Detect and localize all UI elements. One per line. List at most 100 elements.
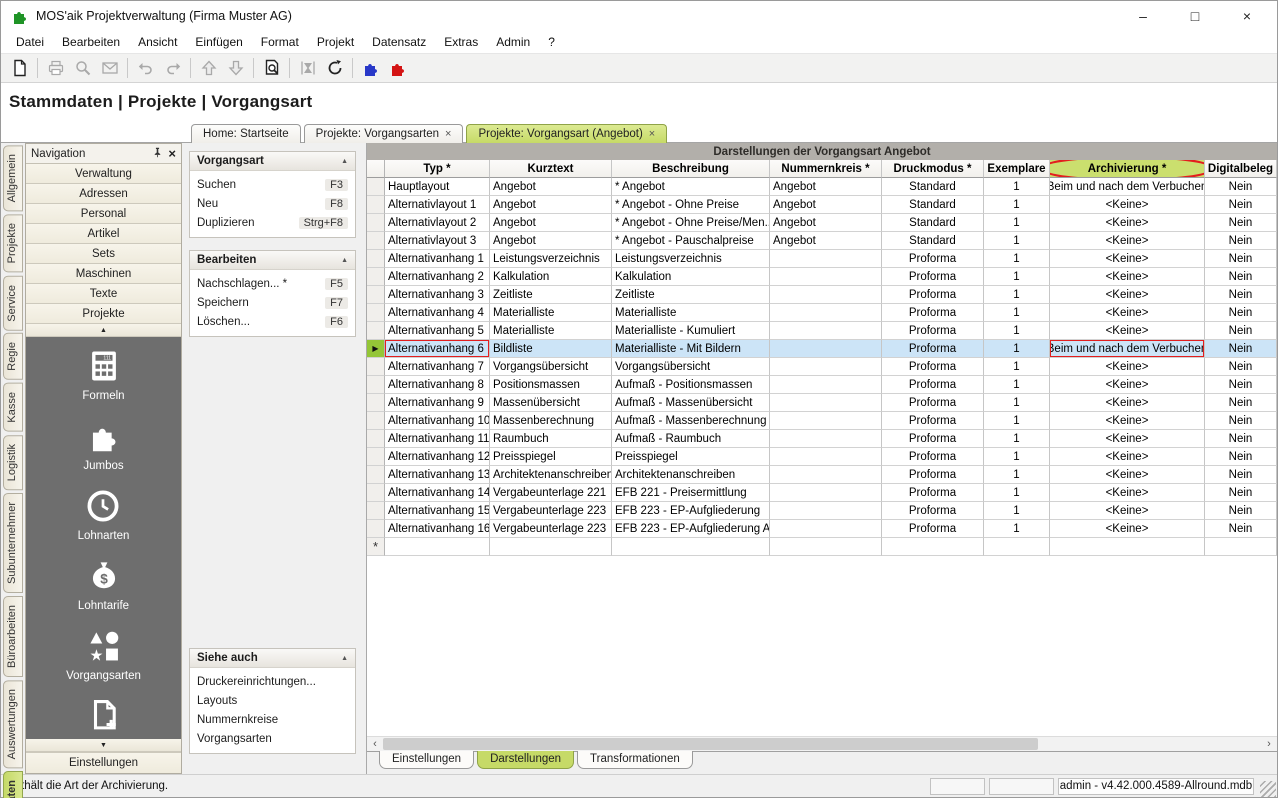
module-tab-projekte[interactable]: Projekte — [3, 214, 23, 272]
cell-typ[interactable]: Alternativanhang 9 — [385, 394, 490, 412]
cell-nummernkreis[interactable] — [770, 376, 882, 394]
sidebar-item-adressen[interactable]: Adressen — [26, 184, 181, 204]
cell-empty[interactable] — [1050, 538, 1205, 556]
cell-archivierung[interactable]: <Keine> — [1050, 376, 1205, 394]
cell-kurztext[interactable]: Zeitliste — [490, 286, 612, 304]
module-tab-service[interactable]: Service — [3, 276, 23, 331]
module-tab-kasse[interactable]: Kasse — [3, 383, 23, 432]
sidebar-item-projekte[interactable]: Projekte — [26, 304, 181, 324]
scroll-down-button[interactable]: ▼ — [26, 739, 181, 752]
cell-druckmodus[interactable]: Proforma — [882, 286, 984, 304]
sidebar-item-maschinen[interactable]: Maschinen — [26, 264, 181, 284]
cell-archivierung[interactable]: <Keine> — [1050, 358, 1205, 376]
cell-digitalbeleg[interactable]: Nein — [1205, 196, 1277, 214]
cell-digitalbeleg[interactable]: Nein — [1205, 250, 1277, 268]
cell-druckmodus[interactable]: Proforma — [882, 520, 984, 538]
row-selector[interactable] — [367, 448, 385, 466]
cell-typ[interactable]: Alternativlayout 1 — [385, 196, 490, 214]
table-row[interactable]: Alternativanhang 9MassenübersichtAufmaß … — [367, 394, 1277, 412]
row-selector[interactable] — [367, 232, 385, 250]
cell-beschreibung[interactable]: Preisspiegel — [612, 448, 770, 466]
row-selector[interactable] — [367, 394, 385, 412]
column-header-typ[interactable]: Typ * — [385, 160, 490, 178]
cell-archivierung[interactable]: <Keine> — [1050, 448, 1205, 466]
cell-exemplare[interactable]: 1 — [984, 448, 1050, 466]
tab-projekte-vorgangsarten[interactable]: Projekte: Vorgangsarten× — [304, 124, 464, 143]
column-header-digitalbeleg[interactable]: Digitalbeleg — [1205, 160, 1277, 178]
column-header-beschreibung[interactable]: Beschreibung — [612, 160, 770, 178]
module-tab-logistik[interactable]: Logistik — [3, 435, 23, 490]
action-speichern[interactable]: SpeichernF7 — [190, 293, 355, 312]
cell-nummernkreis[interactable]: Angebot — [770, 196, 882, 214]
cell-kurztext[interactable]: Raumbuch — [490, 430, 612, 448]
sidebar-icon-item-jumbos[interactable]: Jumbos — [83, 419, 123, 472]
table-row[interactable]: Alternativanhang 12PreisspiegelPreisspie… — [367, 448, 1277, 466]
cell-druckmodus[interactable]: Proforma — [882, 394, 984, 412]
table-row[interactable]: HauptlayoutAngebot* AngebotAngebotStanda… — [367, 178, 1277, 196]
cell-empty[interactable] — [882, 538, 984, 556]
module-tab-allgemein[interactable]: Allgemein — [3, 145, 23, 211]
pin-icon[interactable] — [152, 147, 163, 161]
row-selector[interactable] — [367, 430, 385, 448]
cell-digitalbeleg[interactable]: Nein — [1205, 286, 1277, 304]
menu-einfügen[interactable]: Einfügen — [186, 32, 251, 52]
cell-druckmodus[interactable]: Proforma — [882, 340, 984, 358]
cell-nummernkreis[interactable] — [770, 448, 882, 466]
cell-nummernkreis[interactable] — [770, 304, 882, 322]
row-selector[interactable] — [367, 484, 385, 502]
table-row[interactable]: Alternativanhang 16Vergabeunterlage 223E… — [367, 520, 1277, 538]
module-tab-regie[interactable]: Regie — [3, 333, 23, 380]
action-neu[interactable]: NeuF8 — [190, 194, 355, 213]
cell-empty[interactable] — [385, 538, 490, 556]
cell-digitalbeleg[interactable]: Nein — [1205, 466, 1277, 484]
cell-druckmodus[interactable]: Standard — [882, 196, 984, 214]
row-selector[interactable] — [367, 178, 385, 196]
group-header-vorgangsart[interactable]: Vorgangsart▲ — [190, 152, 355, 171]
cell-digitalbeleg[interactable]: Nein — [1205, 268, 1277, 286]
group-header-bearbeiten[interactable]: Bearbeiten▲ — [190, 251, 355, 270]
cell-digitalbeleg[interactable]: Nein — [1205, 304, 1277, 322]
cell-typ[interactable]: Alternativanhang 16 — [385, 520, 490, 538]
cell-digitalbeleg[interactable]: Nein — [1205, 520, 1277, 538]
sidebar-item-sets[interactable]: Sets — [26, 244, 181, 264]
cell-exemplare[interactable]: 1 — [984, 250, 1050, 268]
view-tab-darstellungen[interactable]: Darstellungen — [477, 751, 574, 769]
cell-exemplare[interactable]: 1 — [984, 466, 1050, 484]
column-header-nummernkreis[interactable]: Nummernkreis * — [770, 160, 882, 178]
cell-empty[interactable] — [490, 538, 612, 556]
cell-empty[interactable] — [1205, 538, 1277, 556]
row-selector[interactable]: ▶ — [367, 340, 385, 358]
cell-exemplare[interactable]: 1 — [984, 232, 1050, 250]
cell-digitalbeleg[interactable]: Nein — [1205, 322, 1277, 340]
sidebar-item-artikel[interactable]: Artikel — [26, 224, 181, 244]
sidebar-icon-item-lohntarife[interactable]: $Lohntarife — [78, 559, 129, 612]
cell-archivierung[interactable]: <Keine> — [1050, 394, 1205, 412]
cell-typ[interactable]: Alternativanhang 10 — [385, 412, 490, 430]
table-row[interactable]: Alternativanhang 13Architektenanschreibe… — [367, 466, 1277, 484]
cell-druckmodus[interactable]: Standard — [882, 178, 984, 196]
cell-typ[interactable]: Alternativanhang 6 — [385, 340, 490, 358]
cell-beschreibung[interactable]: * Angebot - Ohne Preise — [612, 196, 770, 214]
cell-typ[interactable]: Alternativanhang 4 — [385, 304, 490, 322]
cell-archivierung[interactable]: <Keine> — [1050, 484, 1205, 502]
tab-close-icon[interactable]: × — [649, 129, 655, 140]
cell-beschreibung[interactable]: Vorgangsübersicht — [612, 358, 770, 376]
cell-druckmodus[interactable]: Proforma — [882, 502, 984, 520]
table-row[interactable]: Alternativlayout 1Angebot* Angebot - Ohn… — [367, 196, 1277, 214]
cell-kurztext[interactable]: Angebot — [490, 196, 612, 214]
group-header-siehe-auch[interactable]: Siehe auch▲ — [190, 649, 355, 668]
cell-beschreibung[interactable]: EFB 223 - EP-Aufgliederung — [612, 502, 770, 520]
collapse-icon[interactable]: ▲ — [341, 655, 348, 662]
menu-item[interactable]: ? — [539, 32, 564, 52]
view-tab-einstellungen[interactable]: Einstellungen — [379, 751, 474, 769]
menu-ansicht[interactable]: Ansicht — [129, 32, 186, 52]
cell-typ[interactable]: Alternativanhang 12 — [385, 448, 490, 466]
cell-kurztext[interactable]: Vergabeunterlage 223 — [490, 520, 612, 538]
sidebar-item-verwaltung[interactable]: Verwaltung — [26, 164, 181, 184]
cell-kurztext[interactable]: Massenübersicht — [490, 394, 612, 412]
cell-exemplare[interactable]: 1 — [984, 412, 1050, 430]
cell-druckmodus[interactable]: Proforma — [882, 358, 984, 376]
new-record-row[interactable]: * — [367, 538, 1277, 556]
cell-exemplare[interactable]: 1 — [984, 286, 1050, 304]
cell-digitalbeleg[interactable]: Nein — [1205, 484, 1277, 502]
